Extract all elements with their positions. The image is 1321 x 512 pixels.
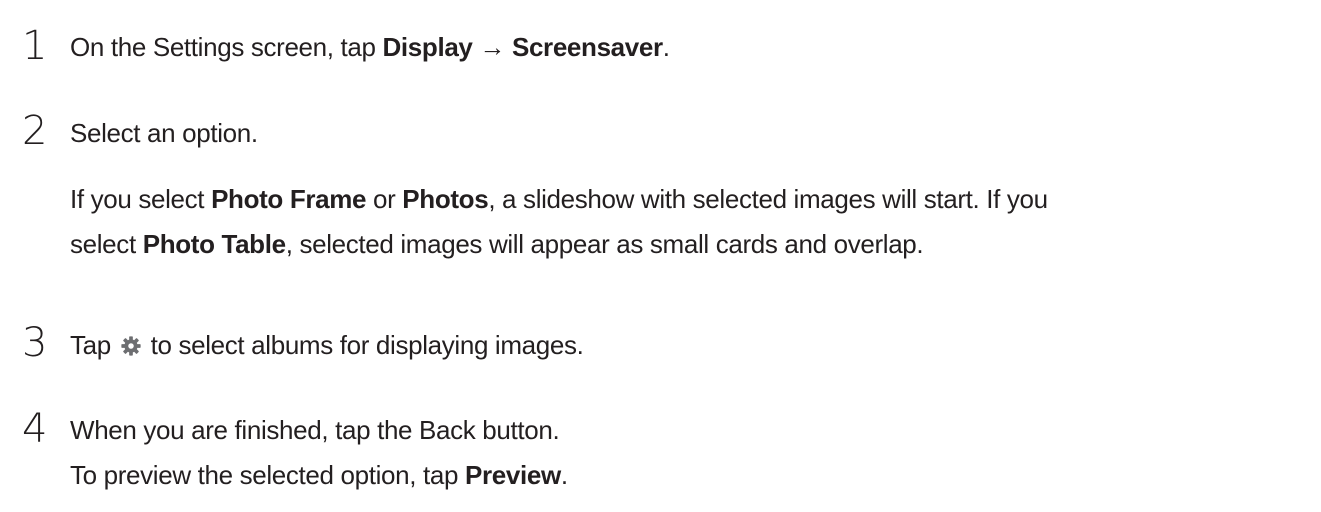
text-run: . <box>662 32 670 62</box>
text-run: To preview the selected option, tap <box>70 460 465 490</box>
text-run: select <box>70 229 143 259</box>
step-number: 3 <box>22 320 48 366</box>
text-run: , a slideshow with selected images will … <box>488 184 1048 214</box>
step-text: Select an option. <box>70 120 258 146</box>
step-detail: To preview the selected option, tap Prev… <box>70 462 568 488</box>
ui-term: Display <box>382 32 473 62</box>
ui-term: Preview <box>464 460 561 490</box>
step-number: 2 <box>22 108 48 154</box>
text-run: → <box>472 32 512 62</box>
ui-term: Photos <box>402 184 489 214</box>
ui-term: Photo Frame <box>211 184 367 214</box>
text-run: Tap <box>70 330 118 360</box>
text-run: When you are finished, tap the Back butt… <box>70 415 560 445</box>
text-run: . <box>560 460 568 490</box>
ui-term: Screensaver <box>511 32 663 62</box>
step-number: 4 <box>22 406 48 452</box>
step-detail: select Photo Table, selected images will… <box>70 229 924 259</box>
text-run: to select albums for displaying images. <box>143 330 584 360</box>
step-number: 1 <box>22 23 48 69</box>
text-run: Select an option. <box>70 118 258 148</box>
step-text: When you are finished, tap the Back butt… <box>70 415 560 445</box>
text-run: or <box>366 184 403 214</box>
step-text: Tap to select albums for displaying imag… <box>70 332 584 358</box>
ui-term: Photo Table <box>142 229 286 259</box>
text-run: On the Settings screen, tap <box>70 32 383 62</box>
text-run: , selected images will appear as small c… <box>285 229 924 259</box>
text-run: If you select <box>70 184 212 214</box>
step-detail: If you select Photo Frame or Photos, a s… <box>70 186 1048 212</box>
step-text: On the Settings screen, tap Display → Sc… <box>70 34 670 60</box>
gear-icon <box>118 330 144 360</box>
